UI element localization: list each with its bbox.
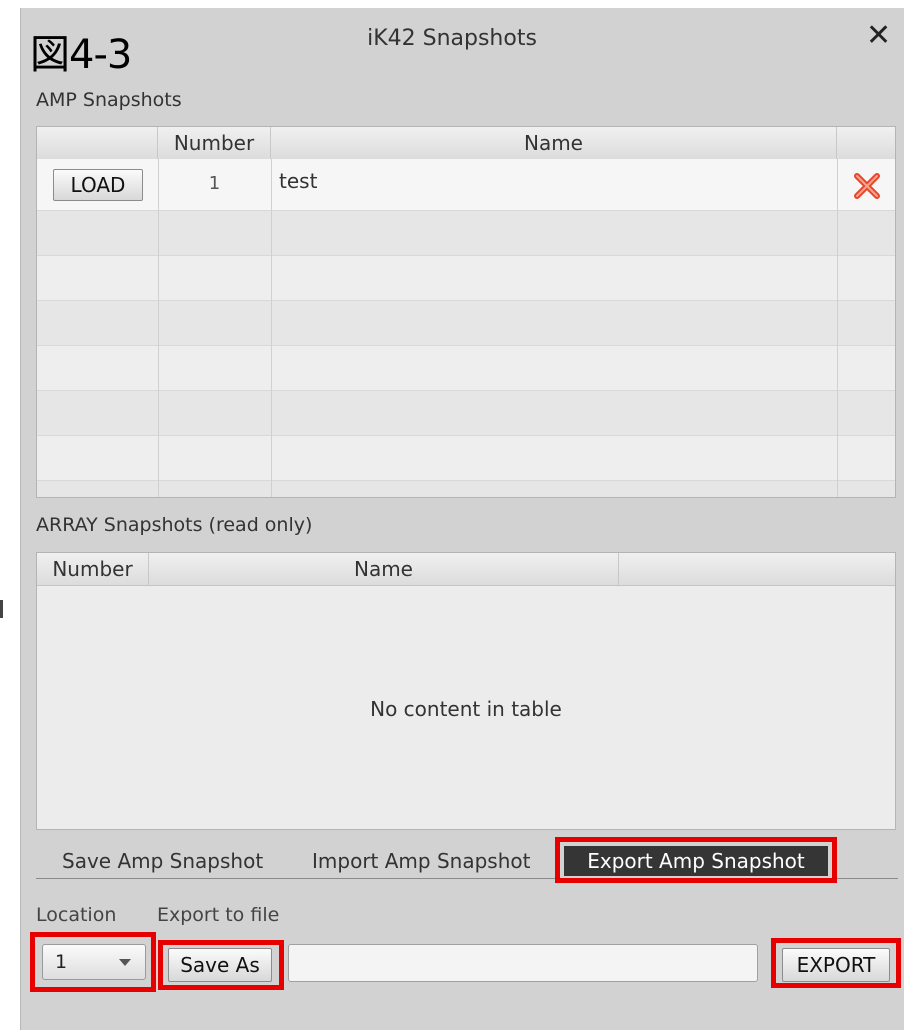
amp-col-divider (837, 159, 838, 497)
amp-row-number: 1 (208, 173, 221, 194)
location-label: Location (36, 904, 117, 926)
amp-empty-row (37, 346, 895, 391)
amp-empty-row (37, 481, 895, 497)
amp-empty-row (37, 256, 895, 301)
amp-row-name: test (279, 169, 318, 193)
tab-export-amp-snapshot[interactable]: Export Amp Snapshot (564, 846, 828, 876)
edge-mark (0, 600, 3, 618)
delete-x-icon[interactable] (852, 171, 882, 201)
window-title: iK42 Snapshots (367, 26, 537, 51)
location-select[interactable]: 1 (42, 944, 146, 980)
tab-underline (36, 878, 898, 879)
amp-section-label: AMP Snapshots (36, 89, 182, 111)
array-col-extra (619, 553, 895, 585)
array-snapshots-table: Number Name No content in table (36, 552, 896, 830)
amp-snapshots-table: Number Name LOAD 1 test (36, 126, 896, 498)
amp-col-number[interactable]: Number (158, 127, 271, 159)
array-section-label: ARRAY Snapshots (read only) (36, 514, 313, 536)
export-button[interactable]: EXPORT (782, 948, 890, 982)
save-as-button[interactable]: Save As (168, 948, 272, 982)
array-table-header: Number Name (37, 553, 895, 586)
amp-empty-row (37, 301, 895, 346)
amp-col-delete (837, 127, 895, 159)
load-button[interactable]: LOAD (53, 169, 143, 201)
empty-table-message: No content in table (370, 697, 562, 721)
array-col-number[interactable]: Number (37, 553, 149, 585)
tab-import-amp-snapshot[interactable]: Import Amp Snapshot (312, 846, 530, 876)
left-page-edge (0, 0, 20, 1030)
amp-col-divider (271, 159, 272, 497)
amp-col-name[interactable]: Name (271, 127, 837, 159)
location-selected-value: 1 (55, 951, 68, 973)
close-icon[interactable]: ✕ (866, 18, 891, 53)
export-file-path-input[interactable] (288, 944, 758, 982)
amp-table-row[interactable]: LOAD 1 test (37, 159, 895, 211)
export-to-file-label: Export to file (157, 904, 280, 926)
array-col-name[interactable]: Name (149, 553, 619, 585)
tab-save-amp-snapshot[interactable]: Save Amp Snapshot (62, 846, 263, 876)
amp-col-action (37, 127, 158, 159)
amp-empty-row (37, 436, 895, 481)
amp-col-divider (158, 159, 159, 497)
amp-empty-row (37, 211, 895, 256)
chevron-down-icon (119, 959, 131, 966)
amp-empty-row (37, 391, 895, 436)
amp-table-header: Number Name (37, 127, 895, 160)
